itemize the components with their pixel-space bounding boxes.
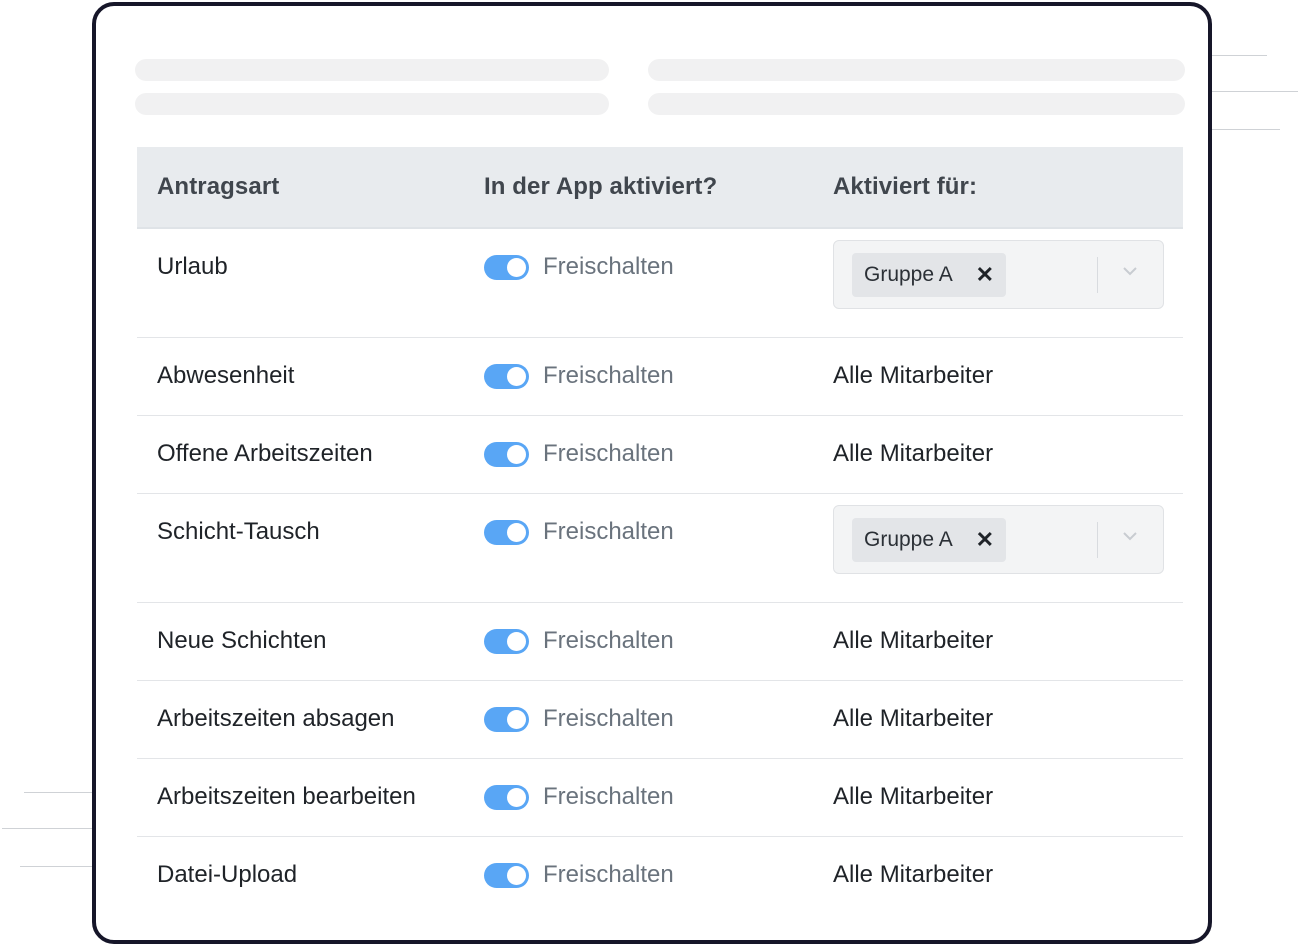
chevron-down-icon[interactable] <box>1122 263 1138 279</box>
request-type-label: Arbeitszeiten absagen <box>157 705 395 732</box>
settings-card: Antragsart In der App aktiviert? Aktivie… <box>92 2 1212 944</box>
decorative-line <box>1212 91 1298 92</box>
active-for-label: Alle Mitarbeiter <box>833 861 994 888</box>
toggle-label: Freischalten <box>543 440 674 467</box>
enable-toggle[interactable] <box>484 706 529 732</box>
decorative-line <box>2 828 92 829</box>
request-type-label: Neue Schichten <box>157 627 327 654</box>
group-chip: Gruppe A ✕ <box>852 253 1006 297</box>
group-chip-label: Gruppe A <box>864 528 953 551</box>
skeleton-placeholder <box>135 59 609 81</box>
enable-toggle-group: Freischalten <box>484 253 674 281</box>
header-active-for: Aktiviert für: <box>833 173 978 200</box>
table-row: Urlaub Freischalten Gruppe A ✕ <box>137 229 1183 338</box>
request-type-label: Schicht-Tausch <box>157 518 320 545</box>
table-row: Arbeitszeiten bearbeiten Freischalten Alle… <box>137 759 1183 837</box>
decorative-line <box>20 866 92 867</box>
active-for-label: Alle Mitarbeiter <box>833 627 994 654</box>
toggle-label: Freischalten <box>543 627 674 654</box>
active-for-label: Alle Mitarbeiter <box>833 440 994 467</box>
enable-toggle[interactable] <box>484 784 529 810</box>
enable-toggle[interactable] <box>484 363 529 389</box>
toggle-label: Freischalten <box>543 861 674 888</box>
group-chip: Gruppe A ✕ <box>852 518 1006 562</box>
skeleton-placeholder <box>648 93 1185 115</box>
decorative-line <box>1212 55 1267 56</box>
enable-toggle[interactable] <box>484 254 529 280</box>
toggle-label: Freischalten <box>543 518 674 545</box>
close-icon[interactable]: ✕ <box>976 263 994 287</box>
enable-toggle[interactable] <box>484 862 529 888</box>
enable-toggle[interactable] <box>484 519 529 545</box>
request-type-label: Urlaub <box>157 253 228 280</box>
select-divider <box>1097 257 1098 293</box>
table-header: Antragsart In der App aktiviert? Aktivie… <box>137 147 1183 229</box>
request-type-label: Arbeitszeiten bearbeiten <box>157 783 416 810</box>
table-row: Datei-Upload Freischalten Alle Mitarbeiter <box>137 837 1183 915</box>
close-icon[interactable]: ✕ <box>976 528 994 552</box>
enable-toggle[interactable] <box>484 628 529 654</box>
decorative-line <box>24 792 92 793</box>
enable-toggle-group: Freischalten <box>484 861 674 889</box>
toggle-label: Freischalten <box>543 253 674 280</box>
request-type-label: Datei-Upload <box>157 861 298 888</box>
table-row: Schicht-Tausch Freischalten Gruppe A ✕ <box>137 494 1183 603</box>
table-row: Offene Arbeitszeiten Freischalten Alle Mit… <box>137 416 1183 494</box>
group-select[interactable]: Gruppe A ✕ <box>833 240 1164 309</box>
enable-toggle-group: Freischalten <box>484 627 674 655</box>
header-enabled-in-app: In der App aktiviert? <box>484 173 718 200</box>
skeleton-placeholder <box>135 93 609 115</box>
active-for-label: Alle Mitarbeiter <box>833 783 994 810</box>
enable-toggle-group: Freischalten <box>484 705 674 733</box>
select-divider <box>1097 522 1098 558</box>
group-select[interactable]: Gruppe A ✕ <box>833 505 1164 574</box>
decorative-line <box>1212 129 1280 130</box>
toggle-label: Freischalten <box>543 705 674 732</box>
enable-toggle-group: Freischalten <box>484 440 674 468</box>
active-for-label: Alle Mitarbeiter <box>833 705 994 732</box>
group-chip-label: Gruppe A <box>864 263 953 286</box>
request-type-label: Abwesenheit <box>157 362 295 389</box>
table-row: Arbeitszeiten absagen Freischalten Alle Mi… <box>137 681 1183 759</box>
table-row: Abwesenheit Freischalten Alle Mitarbeiter <box>137 338 1183 416</box>
enable-toggle[interactable] <box>484 441 529 467</box>
table-body: Urlaub Freischalten Gruppe A ✕ Abwesenheit Fr… <box>137 229 1183 915</box>
table-row: Neue Schichten Freischalten Alle Mitarbeit… <box>137 603 1183 681</box>
enable-toggle-group: Freischalten <box>484 518 674 546</box>
skeleton-placeholder <box>648 59 1185 81</box>
enable-toggle-group: Freischalten <box>484 362 674 390</box>
enable-toggle-group: Freischalten <box>484 783 674 811</box>
toggle-label: Freischalten <box>543 783 674 810</box>
header-request-type: Antragsart <box>157 173 280 200</box>
request-type-label: Offene Arbeitszeiten <box>157 440 373 467</box>
toggle-label: Freischalten <box>543 362 674 389</box>
request-types-table: Antragsart In der App aktiviert? Aktivie… <box>137 147 1183 915</box>
active-for-label: Alle Mitarbeiter <box>833 362 994 389</box>
chevron-down-icon[interactable] <box>1122 528 1138 544</box>
